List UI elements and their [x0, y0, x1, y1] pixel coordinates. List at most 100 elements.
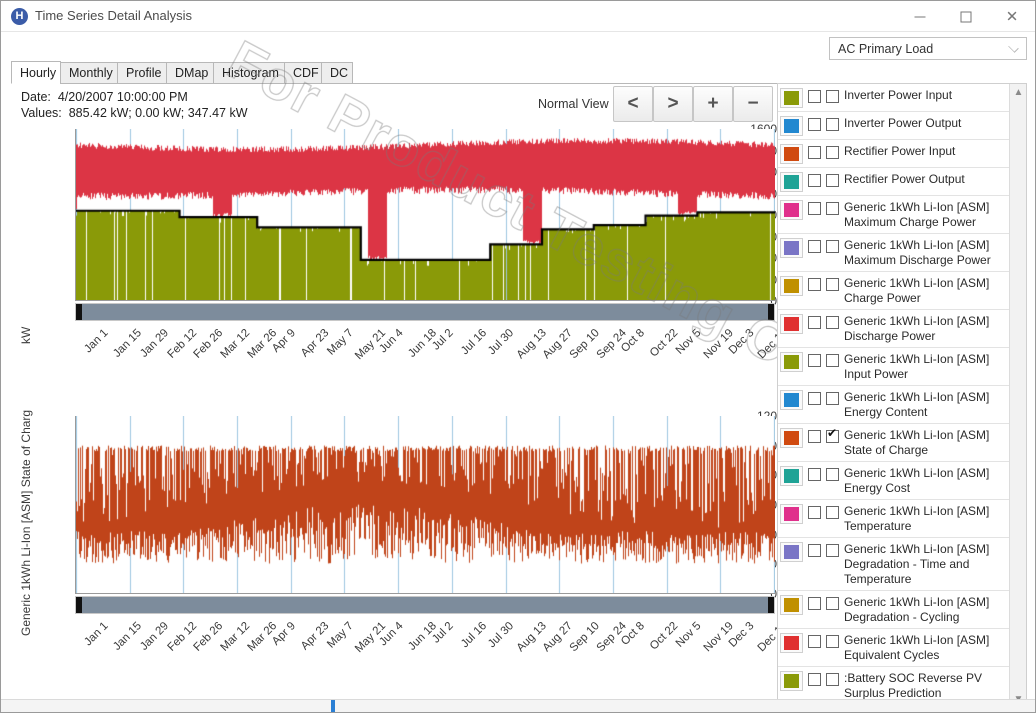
maximize-button[interactable]: [943, 1, 989, 32]
secondary-axis-checkbox[interactable]: [826, 392, 839, 405]
tab-monthly[interactable]: Monthly: [60, 62, 118, 84]
tab-histogram[interactable]: Histogram: [213, 62, 285, 84]
secondary-axis-checkbox[interactable]: [826, 506, 839, 519]
legend-row[interactable]: Generic 1kWh Li-Ion [ASM] Maximum Charge…: [778, 196, 1010, 234]
tab-profile[interactable]: Profile: [117, 62, 167, 84]
primary-axis-checkbox[interactable]: [808, 392, 821, 405]
next-button[interactable]: >: [653, 86, 693, 122]
color-chip: [784, 636, 799, 650]
x-tick-label: Jan 1: [82, 327, 111, 356]
secondary-axis-checkbox[interactable]: [826, 278, 839, 291]
series-color-swatch[interactable]: [780, 200, 803, 220]
primary-axis-checkbox[interactable]: [808, 506, 821, 519]
secondary-axis-checkbox[interactable]: [826, 240, 839, 253]
primary-axis-checkbox[interactable]: [808, 316, 821, 329]
tab-dc[interactable]: DC: [321, 62, 353, 84]
secondary-axis-checkbox[interactable]: [826, 427, 839, 443]
bottom-chart-plot-area[interactable]: [75, 416, 775, 594]
primary-axis-checkbox[interactable]: [808, 597, 821, 610]
series-color-swatch[interactable]: [780, 671, 803, 691]
secondary-axis-checkbox[interactable]: [826, 635, 839, 648]
range-slider-right-handle[interactable]: [768, 597, 774, 613]
primary-axis-checkbox[interactable]: [808, 90, 821, 103]
legend-row[interactable]: Generic 1kWh Li-Ion [ASM] Charge Power: [778, 272, 1010, 310]
range-slider-left-handle[interactable]: [76, 304, 82, 320]
secondary-axis-checkbox[interactable]: [826, 468, 839, 481]
previous-button[interactable]: <: [613, 86, 653, 122]
legend-item-label: Generic 1kWh Li-Ion [ASM] Degradation - …: [844, 595, 990, 624]
legend-row[interactable]: Generic 1kWh Li-Ion [ASM] Equivalent Cyc…: [778, 629, 1010, 667]
primary-axis-checkbox[interactable]: [808, 202, 821, 215]
legend-row[interactable]: Generic 1kWh Li-Ion [ASM] Discharge Powe…: [778, 310, 1010, 348]
legend-row[interactable]: Generic 1kWh Li-Ion [ASM] Temperature: [778, 500, 1010, 538]
series-color-swatch[interactable]: [780, 504, 803, 524]
legend-row[interactable]: Generic 1kWh Li-Ion [ASM] Degradation - …: [778, 538, 1010, 591]
series-color-swatch[interactable]: [780, 352, 803, 372]
top-chart-plot-area[interactable]: [75, 129, 775, 301]
series-color-swatch[interactable]: [780, 390, 803, 410]
series-color-swatch[interactable]: [780, 144, 803, 164]
series-color-swatch[interactable]: [780, 633, 803, 653]
x-tick-label: Nov 5: [673, 327, 704, 357]
primary-axis-checkbox[interactable]: [808, 118, 821, 131]
legend-row[interactable]: Rectifier Power Input: [778, 140, 1010, 168]
primary-axis-checkbox[interactable]: [808, 430, 821, 443]
legend-row[interactable]: Generic 1kWh Li-Ion [ASM] Maximum Discha…: [778, 234, 1010, 272]
series-color-swatch[interactable]: [780, 88, 803, 108]
range-slider-right-handle[interactable]: [768, 304, 774, 320]
secondary-axis-checkbox[interactable]: [826, 673, 839, 686]
series-color-swatch[interactable]: [780, 238, 803, 258]
close-button[interactable]: ✕: [989, 1, 1035, 32]
legend-row[interactable]: Generic 1kWh Li-Ion [ASM] Energy Content: [778, 386, 1010, 424]
series-color-swatch[interactable]: [780, 466, 803, 486]
legend-scrollbar[interactable]: ▲ ▼: [1009, 84, 1026, 708]
series-legend-panel: Inverter Power Input Inverter Power Outpu…: [777, 83, 1027, 709]
primary-axis-checkbox[interactable]: [808, 354, 821, 367]
secondary-axis-checkbox[interactable]: [826, 202, 839, 215]
series-color-swatch[interactable]: [780, 314, 803, 334]
legend-row[interactable]: Generic 1kWh Li-Ion [ASM] State of Charg…: [778, 424, 1010, 462]
top-chart-range-slider[interactable]: [75, 303, 775, 321]
primary-axis-checkbox[interactable]: [808, 468, 821, 481]
x-tick-label: Mar 12: [218, 327, 253, 361]
secondary-axis-checkbox[interactable]: [826, 597, 839, 610]
primary-axis-checkbox[interactable]: [808, 174, 821, 187]
primary-axis-checkbox[interactable]: [808, 544, 821, 557]
series-color-swatch[interactable]: [780, 595, 803, 615]
primary-axis-checkbox[interactable]: [808, 635, 821, 648]
bottom-chart-range-slider[interactable]: [75, 596, 775, 614]
secondary-axis-checkbox[interactable]: [826, 316, 839, 329]
tab-hourly[interactable]: Hourly: [11, 61, 61, 84]
legend-row[interactable]: Rectifier Power Output: [778, 168, 1010, 196]
primary-axis-checkbox[interactable]: [808, 278, 821, 291]
legend-row[interactable]: Generic 1kWh Li-Ion [ASM] Input Power: [778, 348, 1010, 386]
primary-axis-checkbox[interactable]: [808, 240, 821, 253]
series-color-swatch[interactable]: [780, 172, 803, 192]
primary-axis-checkbox[interactable]: [808, 673, 821, 686]
secondary-axis-checkbox[interactable]: [826, 174, 839, 187]
zoom-in-button[interactable]: +: [693, 86, 733, 122]
legend-row[interactable]: Inverter Power Output: [778, 112, 1010, 140]
legend-row[interactable]: Generic 1kWh Li-Ion [ASM] Energy Cost: [778, 462, 1010, 500]
zoom-out-button[interactable]: −: [733, 86, 773, 122]
series-color-swatch[interactable]: [780, 428, 803, 448]
secondary-axis-checkbox[interactable]: [826, 544, 839, 557]
secondary-axis-checkbox[interactable]: [826, 354, 839, 367]
tab-cdf[interactable]: CDF: [284, 62, 322, 84]
series-color-swatch[interactable]: [780, 276, 803, 296]
series-color-swatch[interactable]: [780, 116, 803, 136]
range-slider-left-handle[interactable]: [76, 597, 82, 613]
primary-axis-checkbox[interactable]: [808, 146, 821, 159]
legend-row[interactable]: Generic 1kWh Li-Ion [ASM] Degradation - …: [778, 591, 1010, 629]
tab-dmap[interactable]: DMap: [166, 62, 214, 84]
legend-row[interactable]: Inverter Power Input: [778, 84, 1010, 112]
x-tick-label: Oct 22: [647, 327, 681, 360]
series-color-swatch[interactable]: [780, 542, 803, 562]
color-chip: [784, 674, 799, 688]
secondary-axis-checkbox[interactable]: [826, 146, 839, 159]
secondary-axis-checkbox[interactable]: [826, 90, 839, 103]
secondary-axis-checkbox[interactable]: [826, 118, 839, 131]
dataset-select[interactable]: AC Primary Load: [829, 37, 1027, 60]
chevron-up-icon[interactable]: ▲: [1010, 84, 1026, 101]
minimize-button[interactable]: [897, 1, 943, 32]
